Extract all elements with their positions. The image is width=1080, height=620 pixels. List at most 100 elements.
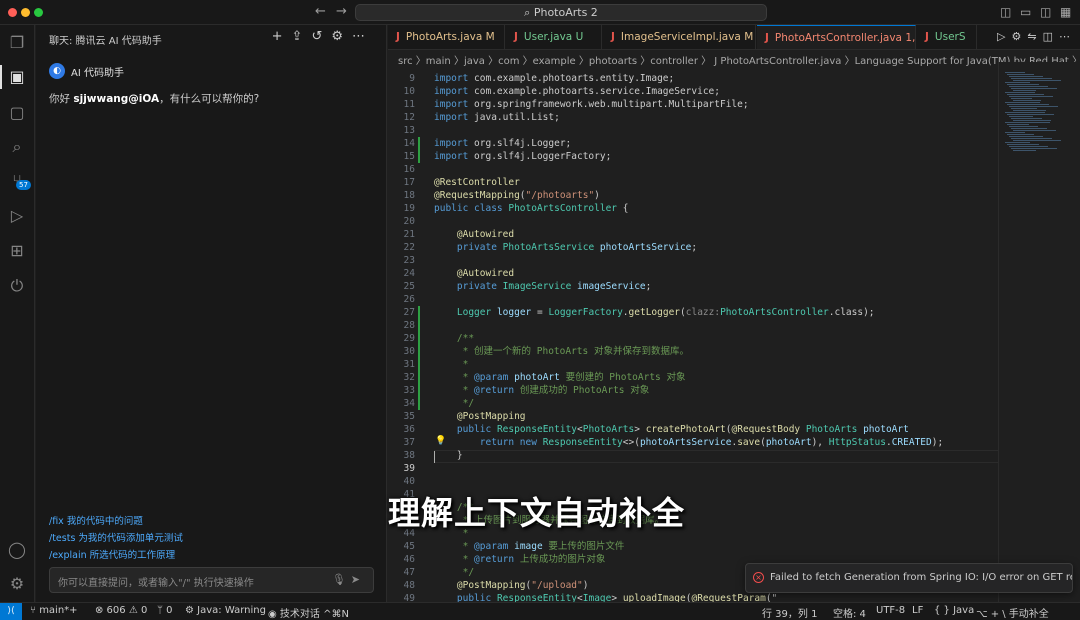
line-number: 33 [403, 385, 415, 396]
remote-indicator-icon[interactable]: ⟩⟨ [0, 603, 22, 620]
code-line[interactable]: 20 [388, 215, 998, 228]
line-number: 37 [403, 437, 415, 448]
remote-explorer-icon[interactable]: ▢ [7, 103, 27, 123]
code-line[interactable]: 36 public ResponseEntity<PhotoArts> crea… [388, 423, 998, 436]
code-line[interactable]: 34 */ [388, 397, 998, 410]
code-line[interactable]: 23 [388, 254, 998, 267]
code-line[interactable]: 22 private PhotoArtsService photoArtsSer… [388, 241, 998, 254]
tab-users[interactable]: J UserS [917, 25, 977, 49]
minimap[interactable] [998, 62, 1080, 602]
code-line[interactable]: 40 [388, 475, 998, 488]
microphone-icon[interactable]: 🎙 [332, 573, 351, 586]
line-number: 38 [403, 450, 415, 461]
line-number: 39 [403, 463, 415, 474]
toggle-secondary-sidebar-icon[interactable]: ◫ [1040, 5, 1051, 19]
copilot-icon[interactable]: ⚙ [1012, 30, 1028, 43]
java-status[interactable]: ⚙ Java: Warning [185, 605, 266, 616]
more-icon[interactable]: ⋯ [352, 29, 374, 44]
code-line[interactable]: 18 @RequestMapping("/photoarts") [388, 189, 998, 202]
line-number: 12 [403, 112, 415, 123]
settings-icon[interactable]: ⚙ [331, 29, 352, 44]
code-line[interactable]: 33 * @return 创建成功的 PhotoArts 对象 [388, 384, 998, 397]
ports-indicator[interactable]: ᛘ 0 [157, 605, 173, 616]
error-notification[interactable]: × Failed to fetch Generation from Spring… [745, 563, 1073, 593]
problems-indicator[interactable]: ⊗ 606 ⚠ 0 [95, 605, 147, 616]
code-line[interactable]: 19 public class PhotoArtsController { [388, 202, 998, 215]
settings-gear-icon[interactable]: ⚙ [7, 574, 27, 594]
code-line[interactable]: 16 [388, 163, 998, 176]
tab-user-java[interactable]: J User.java U [506, 25, 602, 49]
chat-input[interactable]: 你可以直接提问，或者输入"/" 执行快速操作 🎙➤ [49, 567, 374, 593]
manual-completion[interactable]: ⌥ + \ 手动补全 [976, 605, 1049, 620]
code-line[interactable]: 11 import org.springframework.web.multipa… [388, 98, 998, 111]
forward-arrow-icon[interactable]: → [336, 4, 347, 19]
code-line[interactable]: 37 return new ResponseEntity<>(photoArts… [388, 436, 998, 449]
command-center-search[interactable]: ⌕ PhotoArts 2 [355, 4, 767, 21]
code-line[interactable]: 9 import com.example.photoarts.entity.Ima… [388, 72, 998, 85]
back-arrow-icon[interactable]: ← [315, 4, 326, 19]
code-line[interactable]: 17 @RestController [388, 176, 998, 189]
code-line[interactable]: 15 import org.slf4j.LoggerFactory; [388, 150, 998, 163]
tab-photoarts-java[interactable]: J PhotoArts.java M [388, 25, 505, 49]
maximize-window-button[interactable] [34, 8, 43, 17]
quick-action-fix[interactable]: /fix 我的代码中的问题 [49, 513, 143, 527]
history-icon[interactable]: ↺ [311, 29, 331, 44]
code-line[interactable]: 13 [388, 124, 998, 137]
branch-indicator[interactable]: ⑂ main*+ [30, 605, 78, 616]
minimap-line [1013, 90, 1036, 91]
search-icon[interactable]: ⌕ [7, 137, 27, 157]
tab-photoartscontroller-java[interactable]: JPhotoArtsController.java 1, M [757, 25, 916, 49]
account-icon[interactable]: ◯ [7, 540, 27, 560]
new-chat-icon[interactable]: + [272, 29, 292, 44]
code-line[interactable]: 49 public ResponseEntity<Image> uploadIm… [388, 592, 998, 602]
code-text: @Autowired [456, 268, 515, 279]
spring-boot-icon[interactable]: ⏻ [7, 276, 27, 296]
toggle-sidebar-icon[interactable]: ◫ [1000, 5, 1011, 19]
cursor-position[interactable]: 行 39，列 1 [762, 605, 817, 620]
code-line[interactable]: 12 import java.util.List; [388, 111, 998, 124]
code-line[interactable]: 35 @PostMapping [388, 410, 998, 423]
encoding[interactable]: UTF-8 [876, 605, 905, 616]
end-of-line[interactable]: LF [912, 605, 923, 616]
code-line[interactable]: 27 Logger logger = LoggerFactory.getLogg… [388, 306, 998, 319]
code-line[interactable]: 10 import com.example.photoarts.service.I… [388, 85, 998, 98]
quick-action-tests[interactable]: /tests 为我的代码添加单元测试 [49, 530, 183, 544]
code-line[interactable]: 38 } [388, 449, 998, 462]
tech-chat-shortcut[interactable]: ◉ 技术对话 ^⌘N [268, 605, 349, 620]
minimize-window-button[interactable] [21, 8, 30, 17]
code-line[interactable]: 25 private ImageService imageService; [388, 280, 998, 293]
run-icon[interactable]: ▷ [997, 30, 1011, 43]
code-line[interactable]: 39 [388, 462, 998, 475]
code-line[interactable]: 30 * 创建一个新的 PhotoArts 对象并保存到数据库。 [388, 345, 998, 358]
code-line[interactable]: 21 @Autowired [388, 228, 998, 241]
minimap-line [1013, 150, 1036, 151]
explorer-icon[interactable]: ❐ [7, 33, 27, 53]
more-actions-icon[interactable]: ⋯ [1059, 30, 1076, 43]
extensions-icon[interactable]: ⊞ [7, 241, 27, 261]
close-window-button[interactable] [8, 8, 17, 17]
send-icon[interactable]: ➤ [351, 573, 365, 586]
quick-action-explain[interactable]: /explain 所选代码的工作原理 [49, 547, 175, 561]
language-mode[interactable]: { } Java [934, 605, 974, 616]
code-line[interactable]: 45 * @param image 要上传的图片文件 [388, 540, 998, 553]
split-editor-icon[interactable]: ◫ [1043, 30, 1059, 43]
code-line[interactable]: 31 * [388, 358, 998, 371]
line-number: 23 [403, 255, 415, 266]
code-line[interactable]: 24 @Autowired [388, 267, 998, 280]
customize-layout-icon[interactable]: ▦ [1060, 5, 1071, 19]
active-indicator [0, 65, 2, 89]
toggle-panel-icon[interactable]: ▭ [1020, 5, 1031, 19]
chat-icon[interactable]: ▣ [7, 67, 27, 87]
tab-imageserviceimpl-java[interactable]: J ImageServiceImpl.java M [603, 25, 756, 49]
code-line[interactable]: 29 /** [388, 332, 998, 345]
indentation[interactable]: 空格: 4 [833, 605, 866, 620]
code-line[interactable]: 14 import org.slf4j.Logger; [388, 137, 998, 150]
share-icon[interactable]: ⇪ [292, 29, 312, 44]
run-debug-icon[interactable]: ▷ [7, 206, 27, 226]
code-text: return new ResponseEntity<>(photoArtsSer… [479, 437, 944, 448]
source-control-badge: 57 [16, 180, 31, 190]
code-line[interactable]: 28 [388, 319, 998, 332]
compare-icon[interactable]: ⇋ [1027, 30, 1042, 43]
code-line[interactable]: 26 [388, 293, 998, 306]
code-line[interactable]: 32 * @param photoArt 要创建的 PhotoArts 对象 [388, 371, 998, 384]
